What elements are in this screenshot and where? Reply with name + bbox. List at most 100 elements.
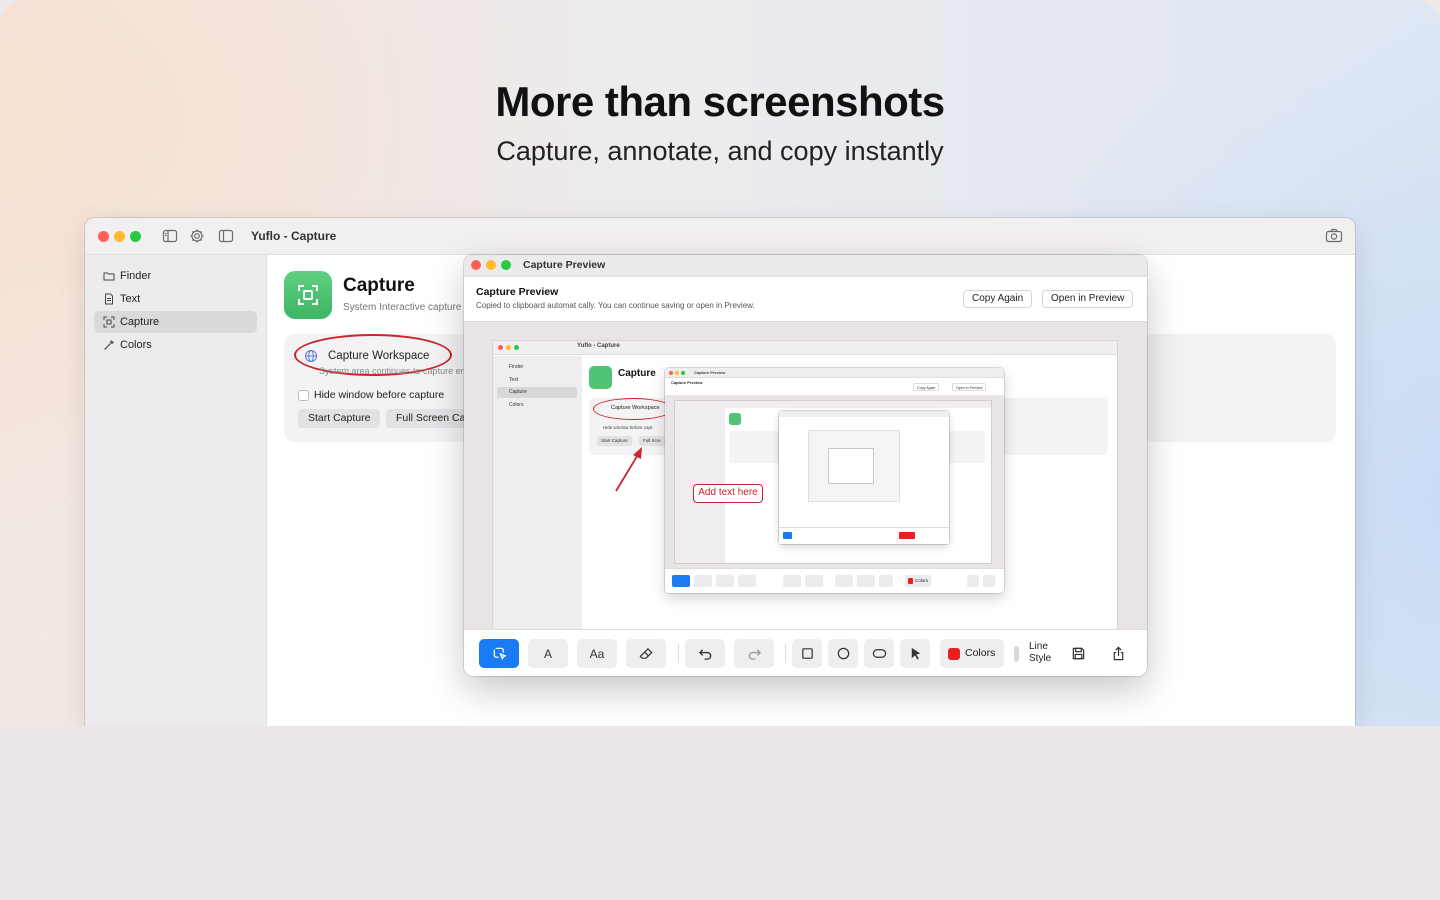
line-style-separator [1014, 646, 1019, 662]
circle-icon [837, 647, 849, 660]
sidebar-item-label: Capture [120, 316, 160, 328]
redo-button[interactable] [734, 639, 774, 668]
font-tool-button[interactable]: Aa [577, 639, 617, 668]
nested-yellow-dot [675, 371, 679, 375]
nested-font-tool [716, 575, 734, 587]
capture-app-icon [284, 271, 332, 319]
color-swatch [948, 648, 960, 660]
screenshot-capture-icon [589, 366, 612, 389]
capture-title: Capture [343, 275, 415, 296]
rectangle-tool-button[interactable] [792, 639, 822, 668]
nested-redo-tool [805, 575, 823, 587]
capture-workspace-option[interactable]: Capture Workspace [328, 350, 429, 362]
sidebar-item-label: Colors [120, 339, 152, 351]
preview-header: Capture Preview Copied to clipboard auto… [464, 277, 1147, 322]
annotation-text-box[interactable]: Add text here [693, 484, 763, 503]
eraser-icon [639, 647, 653, 659]
nested-select-tool [672, 575, 690, 587]
capture-icon [103, 316, 115, 328]
hide-window-label: Hide window before capture [314, 389, 445, 401]
nested-circle-tool [857, 575, 875, 587]
nested-preview-header-title: Capture Preview [671, 380, 703, 385]
open-in-preview-button[interactable]: Open in Preview [1042, 290, 1134, 308]
sidebar-item-capture[interactable]: Capture [94, 311, 257, 333]
screenshot-titlebar: Yuflo - Capture [493, 341, 1117, 355]
document-icon [105, 293, 113, 305]
share-button[interactable] [1103, 639, 1133, 668]
sidebar-item-text[interactable]: Text [94, 288, 257, 310]
undo-icon [698, 649, 711, 660]
screenshot-sidebar-item: Finder [509, 364, 524, 370]
nested-open-preview-button: Open in Preview [952, 383, 987, 391]
gear-icon[interactable] [189, 228, 205, 244]
sidebar-item-finder[interactable]: Finder [94, 265, 257, 287]
preview-header-title: Capture Preview [476, 286, 559, 298]
screenshot-sidebar-item: Text [509, 377, 519, 383]
panel-toggle-icon[interactable] [218, 228, 234, 244]
rounded-rect-tool-button[interactable] [864, 639, 894, 668]
minimize-window-button[interactable] [486, 260, 496, 270]
capture-subtitle: System Interactive capture [343, 302, 462, 313]
colors-button[interactable]: Colors [940, 639, 1004, 668]
nested-text-tool [694, 575, 712, 587]
nested-colors-label: Colors [915, 578, 929, 583]
sidebar-toggle-icon[interactable] [162, 228, 178, 244]
sidebar-item-colors[interactable]: Colors [94, 334, 257, 356]
annotation-arrow [615, 447, 642, 492]
nested-preview-toolbar: Colors [665, 568, 1004, 593]
hero-background: More than screenshots Capture, annotate,… [0, 0, 1440, 726]
zoom-window-button[interactable] [501, 260, 511, 270]
nested-preview-level-3 [779, 411, 949, 544]
annotation-toolbar: A Aa Colors Line Style [464, 629, 1147, 676]
line-style-button[interactable]: Line Style [1029, 641, 1051, 665]
preview-header-subtitle: Copied to clipboard automat cally. You c… [476, 301, 755, 310]
lasso-select-icon [493, 647, 507, 661]
preview-titlebar: Capture Preview [464, 255, 1147, 276]
eraser-tool-button[interactable] [626, 639, 666, 668]
globe-icon [304, 349, 318, 363]
pointer-arrow-icon [911, 647, 920, 660]
hide-window-checkbox[interactable] [298, 390, 309, 401]
capture-workspace-description: System area continues to capture en [319, 366, 466, 376]
preview-canvas[interactable]: Yuflo - Capture Finder Text Capture Colo… [464, 323, 1147, 629]
nested-preview-canvas [665, 396, 1004, 568]
nested-level-2-titlebar [675, 401, 991, 408]
line-style-label-style: Style [1029, 653, 1052, 664]
arrow-tool-button[interactable] [900, 639, 930, 668]
close-window-button[interactable] [471, 260, 481, 270]
nested-share-tool [983, 575, 995, 587]
circle-tool-button[interactable] [828, 639, 858, 668]
zoom-window-button[interactable] [130, 231, 141, 242]
nested-level-3-toolbar [779, 527, 949, 544]
colors-label: Colors [965, 647, 996, 659]
undo-button[interactable] [685, 639, 725, 668]
rectangle-icon [801, 648, 813, 659]
save-button[interactable] [1063, 639, 1093, 668]
nested-green-dot [681, 371, 685, 375]
nested-level-2-capture-icon [729, 413, 741, 425]
sidebar-item-label: Finder [120, 270, 152, 282]
screenshot-sidebar-item: Capture [497, 387, 577, 398]
nested-level-3-select-tool [783, 532, 792, 539]
screenshot-red-dot [498, 345, 503, 350]
text-tool-button[interactable]: A [528, 639, 568, 668]
nested-save-tool [967, 575, 979, 587]
screenshot-sidebar-item: Colors [509, 402, 524, 408]
toolbar-divider [785, 644, 786, 663]
minimize-window-button[interactable] [114, 231, 125, 242]
screenshot-green-dot [514, 345, 519, 350]
copy-again-button[interactable]: Copy Again [963, 290, 1033, 308]
rounded-rectangle-icon [872, 649, 886, 658]
headline: More than screenshots [495, 78, 945, 125]
folder-icon [103, 272, 115, 281]
start-capture-button[interactable]: Start Capture [298, 409, 381, 428]
nested-rect-tool [835, 575, 853, 587]
close-window-button[interactable] [98, 231, 109, 242]
nested-eraser-tool [738, 575, 756, 587]
selection-tool-button[interactable] [479, 639, 519, 668]
captured-screenshot: Yuflo - Capture Finder Text Capture Colo… [493, 341, 1117, 629]
camera-icon[interactable] [1325, 228, 1343, 244]
subheadline: Capture, annotate, and copy instantly [496, 136, 944, 166]
lower-background [0, 726, 1440, 900]
share-icon [1113, 646, 1123, 661]
